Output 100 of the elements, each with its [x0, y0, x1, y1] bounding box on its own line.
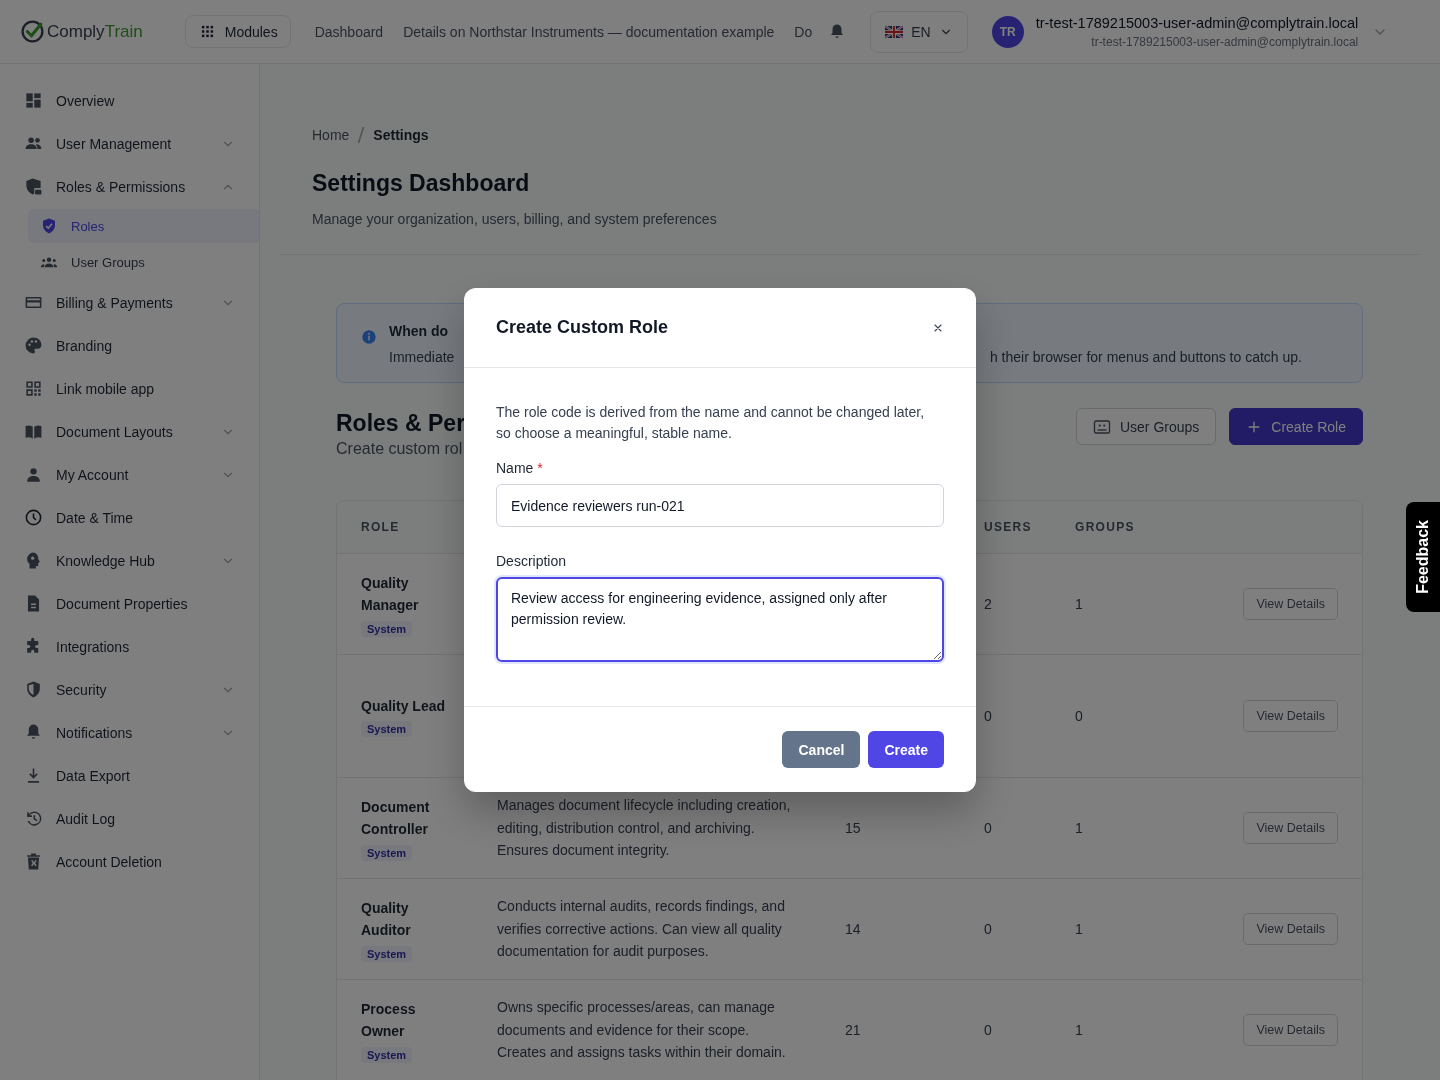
sidebar-item[interactable]: Link mobile app: [0, 367, 259, 410]
sidebar-item[interactable]: Notifications: [0, 711, 259, 754]
sidebar-item[interactable]: Document Layouts: [0, 410, 259, 453]
book-icon: [24, 422, 43, 441]
shield-lock-icon: [24, 177, 43, 196]
system-badge: System: [361, 620, 413, 637]
system-badge: System: [361, 1046, 413, 1063]
section-subtitle: Create custom rol: [336, 440, 464, 458]
system-badge: System: [361, 945, 413, 962]
page-title: Settings Dashboard: [312, 170, 531, 197]
sidebar-item[interactable]: My Account: [0, 453, 259, 496]
modules-button[interactable]: Modules: [184, 15, 291, 48]
table-cell-text: 0: [1075, 708, 1084, 724]
sidebar-item[interactable]: Audit Log: [0, 797, 259, 840]
description-field[interactable]: Review access for engineering evidence, assigned only after permission review.: [496, 577, 944, 662]
view-details-button[interactable]: View Details: [1243, 700, 1338, 732]
sidebar-item[interactable]: User Management: [0, 122, 259, 165]
table-cell-text: 21: [845, 1022, 862, 1038]
grid-icon: [199, 24, 215, 39]
sidebar-item[interactable]: Document Properties: [0, 582, 259, 625]
required-mark: *: [537, 460, 543, 476]
system-badge: System: [361, 721, 413, 738]
table-cell-text: 0: [984, 820, 993, 836]
column-header: USERS: [984, 520, 1033, 534]
role-description: Manages document lifecycle including creation, editing, distribution control, and archiving. Ensures document integrity.: [497, 796, 792, 861]
shield-icon: [24, 680, 43, 699]
table-cell-text: 1: [1075, 820, 1084, 836]
sidebar-item[interactable]: Branding: [0, 324, 259, 367]
user-avatar[interactable]: TR: [991, 15, 1024, 48]
role-name: Document Controller: [361, 797, 431, 839]
section-title: Roles & Per: [336, 410, 466, 437]
check-circle-icon: [20, 19, 45, 44]
sidebar-item[interactable]: Security: [0, 668, 259, 711]
id-card-icon: [1092, 417, 1111, 436]
role-name: Quality Manager: [361, 573, 420, 615]
nav-link[interactable]: Dashboard: [314, 23, 384, 40]
info-icon: [361, 329, 377, 345]
info-title: When do: [389, 323, 450, 339]
person-icon: [24, 465, 43, 484]
table-cell-text: 15: [845, 820, 862, 836]
sidebar-item[interactable]: Overview: [0, 79, 259, 122]
cancel-button[interactable]: Cancel: [782, 731, 861, 768]
view-details-button[interactable]: View Details: [1243, 1014, 1338, 1046]
trash-icon: [24, 852, 43, 871]
breadcrumb-link[interactable]: Home: [312, 127, 350, 143]
shield-check-icon: [40, 217, 58, 235]
head-icon: [24, 551, 43, 570]
system-badge: System: [361, 844, 413, 861]
sidebar-item[interactable]: Account Deletion: [0, 840, 259, 883]
user-groups-button[interactable]: User Groups: [1075, 408, 1217, 445]
feedback-tab[interactable]: Feedback: [1406, 502, 1440, 612]
table-cell-text: 1: [1075, 921, 1084, 937]
dashboard-icon: [24, 91, 43, 110]
user-email: tr-test-1789215003-user-admin@complytrain.local: [1091, 34, 1359, 49]
language-selector[interactable]: EN: [870, 10, 968, 53]
user-name: tr-test-1789215003-user-admin@complytrain.local: [1035, 14, 1359, 31]
table-cell-text: 0: [984, 708, 993, 724]
view-details-button[interactable]: View Details: [1243, 588, 1338, 620]
qr-code-icon: [24, 379, 43, 398]
role-name: Quality Auditor: [361, 898, 412, 940]
sidebar-item[interactable]: Billing & Payments: [0, 281, 259, 324]
sidebar-item[interactable]: Roles & Permissions: [0, 165, 259, 208]
table-cell-text: 14: [845, 921, 862, 937]
uk-flag-icon: [885, 22, 904, 41]
history-icon: [24, 809, 43, 828]
create-role-button[interactable]: Create Role: [1229, 408, 1363, 445]
column-header: GROUPS: [1075, 520, 1136, 534]
sidebar-subitem[interactable]: Roles: [28, 209, 259, 243]
role-description: Conducts internal audits, records findings, and verifies corrective actions. Can view all quality documentation for audit purposes.: [497, 897, 786, 962]
role-name: Quality Lead: [361, 696, 447, 716]
slash-icon: [357, 126, 366, 144]
create-button[interactable]: Create: [868, 731, 944, 768]
field-label: Name: [496, 460, 534, 476]
role-description: Owns specific processes/areas, can manage documents and evidence for their scope. Creates and assigns tasks within their domain.: [497, 998, 787, 1063]
sidebar-item[interactable]: Knowledge Hub: [0, 539, 259, 582]
info-text: h their browser for menus and buttons to catch up.: [989, 349, 1302, 365]
nav-link[interactable]: Details on Northstar Instruments — documentation example: [403, 23, 775, 40]
table-cell-text: 0: [984, 1022, 993, 1038]
table-cell-text: 0: [984, 921, 993, 937]
nav-link[interactable]: Do: [794, 23, 813, 40]
view-details-button[interactable]: View Details: [1243, 812, 1338, 844]
info-text: Immediate: [389, 349, 455, 365]
role-name: Process Owner: [361, 999, 417, 1041]
sidebar-item[interactable]: Date & Time: [0, 496, 259, 539]
palette-icon: [24, 336, 43, 355]
view-details-button[interactable]: View Details: [1243, 913, 1338, 945]
page-subtitle: Manage your organization, users, billing, and system preferences: [312, 211, 718, 227]
table-cell-text: 2: [984, 596, 993, 612]
table-cell-text: 1: [1075, 596, 1084, 612]
sidebar-subitem[interactable]: User Groups: [28, 245, 259, 279]
name-field[interactable]: Evidence reviewers run-021: [496, 484, 944, 527]
bell-icon: [24, 723, 43, 742]
clock-icon: [24, 508, 43, 527]
sidebar-item[interactable]: Data Export: [0, 754, 259, 797]
dialog-title: Create Custom Role: [496, 317, 669, 338]
column-header: ROLE: [361, 520, 401, 534]
table-cell-text: 1: [1075, 1022, 1084, 1038]
sidebar-item[interactable]: Integrations: [0, 625, 259, 668]
dialog-description: The role code is derived from the name and cannot be changed later, so choose a meaningful, stable name.: [496, 403, 926, 443]
logo-text: ComplyTrain: [47, 21, 143, 42]
